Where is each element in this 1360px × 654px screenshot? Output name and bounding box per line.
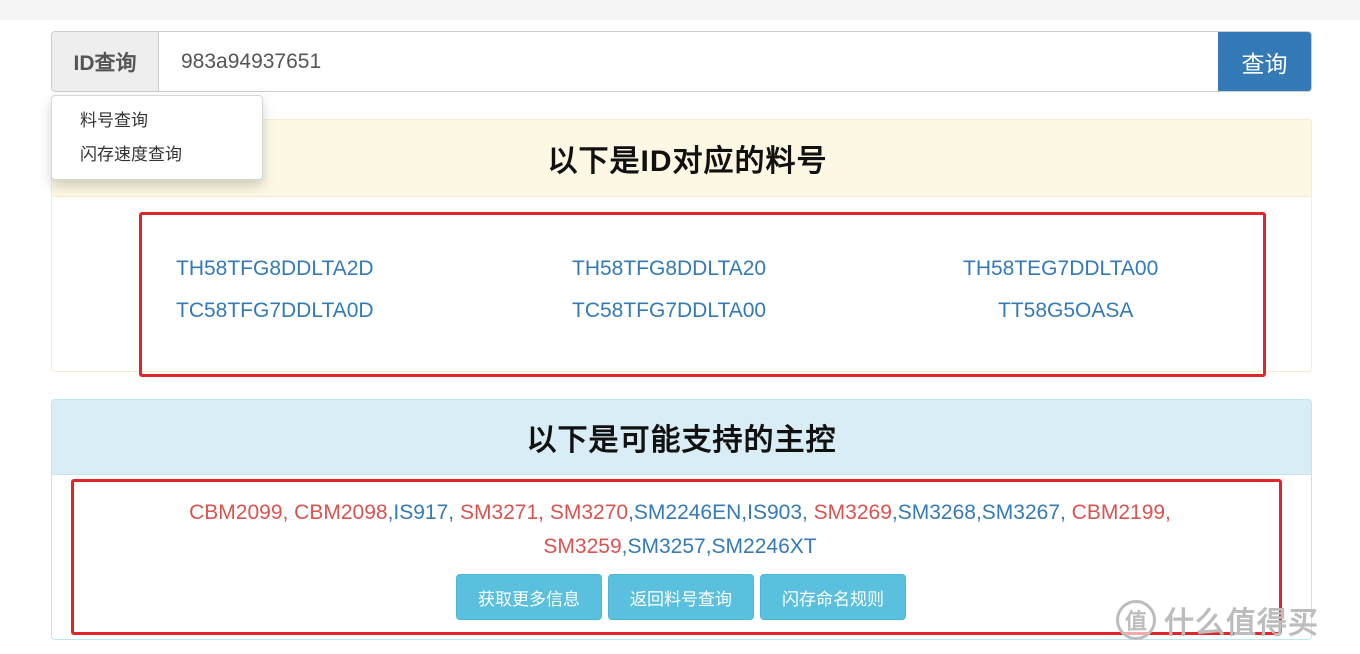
controller-text: ,IS917,	[387, 501, 460, 524]
controller-text: SM3270	[549, 501, 629, 524]
dropdown-item-part-query[interactable]: 料号查询	[52, 108, 262, 142]
part-number-link[interactable]: TT58G5OASA	[998, 299, 1133, 323]
controller-text: ,SM3257,SM2246XT	[621, 535, 817, 558]
search-mode-label: ID查询	[73, 51, 137, 75]
controller-action-buttons: 获取更多信息 返回料号查询 闪存命名规则	[456, 574, 906, 620]
controller-text: ,SM3268,SM3267,	[891, 501, 1072, 524]
controller-text: SM3259	[543, 535, 622, 558]
watermark-logo-icon: 值	[1116, 600, 1156, 640]
get-more-info-button[interactable]: 获取更多信息	[456, 574, 602, 620]
part-number-link[interactable]: TC58TFG7DDLTA00	[572, 299, 766, 323]
controller-list: CBM2099, CBM2098,IS917, SM3271, SM3270,S…	[100, 496, 1260, 564]
controller-text: SM3269	[813, 501, 892, 524]
search-bar: ID查询 查询	[51, 31, 1312, 92]
part-number-link[interactable]: TH58TFG8DDLTA20	[572, 257, 766, 281]
search-mode-dropdown-toggle[interactable]: ID查询	[52, 32, 159, 91]
controller-text: CBM2098	[294, 501, 388, 524]
watermark-text: 什么值得买	[1164, 607, 1319, 640]
part-numbers-panel-title: 以下是ID对应的料号	[547, 145, 828, 178]
controller-text: ,SM2246EN,IS903,	[628, 501, 814, 524]
controllers-panel-heading: 以下是可能支持的主控	[52, 400, 1311, 475]
search-input[interactable]	[159, 32, 1218, 91]
search-mode-dropdown-menu: 料号查询 闪存速度查询	[51, 95, 263, 180]
flash-naming-rules-button[interactable]: 闪存命名规则	[760, 574, 906, 620]
watermark: 值 什么值得买	[1116, 598, 1319, 642]
controller-text: CBM2099,	[189, 501, 295, 524]
part-number-link[interactable]: TH58TFG8DDLTA2D	[176, 257, 374, 281]
part-number-link[interactable]: TC58TFG7DDLTA0D	[176, 299, 374, 323]
part-number-link[interactable]: TH58TEG7DDLTA00	[963, 257, 1158, 281]
top-strip	[0, 0, 1360, 20]
controller-text: SM3271,	[459, 501, 550, 524]
search-button[interactable]: 查询	[1218, 32, 1311, 91]
back-to-part-query-button[interactable]: 返回料号查询	[608, 574, 754, 620]
controllers-panel-title: 以下是可能支持的主控	[526, 424, 837, 457]
dropdown-item-flash-speed-query[interactable]: 闪存速度查询	[52, 142, 262, 176]
controller-text: CBM2199,	[1071, 501, 1171, 524]
